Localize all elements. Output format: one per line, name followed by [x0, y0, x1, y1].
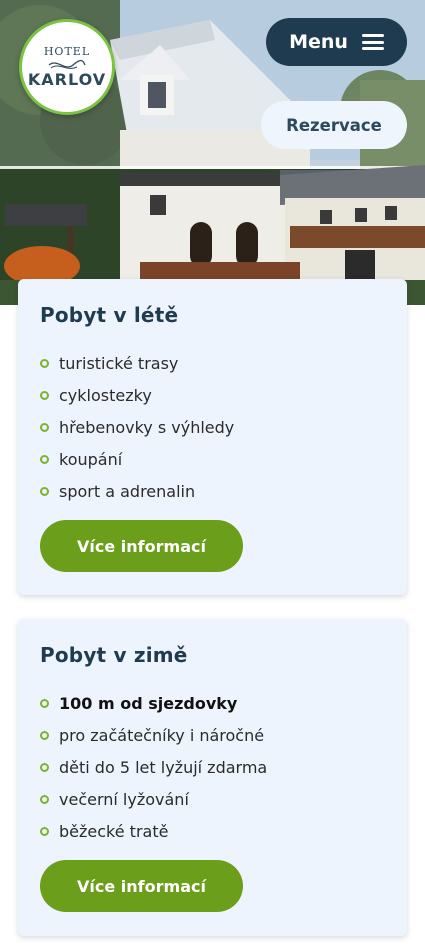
list-item-label: koupání: [59, 449, 123, 469]
list-item-label: 100 m od sjezdovky: [59, 694, 238, 714]
winter-stay-card: Pobyt v zimě 100 m od sjezdovky pro začá…: [18, 619, 407, 936]
menu-label: Menu: [289, 31, 348, 53]
bullet-icon: [40, 762, 49, 772]
bullet-icon: [40, 454, 49, 464]
card-title: Pobyt v zimě: [40, 643, 188, 667]
bullet-icon: [40, 826, 49, 836]
list-item-label: běžecké tratě: [59, 821, 169, 841]
more-info-button[interactable]: Více informací: [40, 520, 243, 572]
reservation-button[interactable]: Rezervace: [261, 101, 407, 149]
list-item: cyklostezky: [40, 380, 234, 412]
hero-image: HOTEL KARLOV Menu Rezervace: [0, 0, 425, 305]
reservation-label: Rezervace: [286, 115, 382, 135]
list-item-label: hřebenovky s výhledy: [59, 417, 235, 437]
feature-list: 100 m od sjezdovky pro začátečníky i nár…: [40, 688, 267, 847]
summer-stay-card: Pobyt v létě turistické trasy cyklostezk…: [18, 279, 407, 595]
list-item: pro začátečníky i náročné: [40, 720, 267, 752]
bullet-icon: [40, 359, 49, 369]
bullet-icon: [40, 699, 49, 709]
list-item-label: cyklostezky: [59, 386, 152, 406]
feature-list: turistické trasy cyklostezky hřebenovky …: [40, 348, 234, 507]
list-item: 100 m od sjezdovky: [40, 688, 267, 720]
list-item-label: pro začátečníky i náročné: [59, 726, 265, 746]
list-item: běžecké tratě: [40, 815, 267, 847]
logo-top-text: HOTEL: [43, 45, 91, 58]
bullet-icon: [40, 422, 49, 432]
hamburger-icon: [361, 34, 384, 50]
logo-bottom-text: KARLOV: [27, 70, 107, 89]
list-item-label: turistické trasy: [59, 354, 179, 374]
list-item: turistické trasy: [40, 348, 234, 380]
hotel-logo[interactable]: HOTEL KARLOV: [19, 19, 115, 115]
more-info-button[interactable]: Více informací: [40, 860, 243, 912]
list-item-label: děti do 5 let lyžují zdarma: [59, 757, 268, 777]
list-item: večerní lyžování: [40, 783, 267, 815]
list-item: hřebenovky s výhledy: [40, 412, 234, 444]
list-item: sport a adrenalin: [40, 475, 234, 507]
card-title: Pobyt v létě: [40, 303, 179, 327]
list-item-label: sport a adrenalin: [59, 481, 196, 501]
bullet-icon: [40, 486, 49, 496]
bullet-icon: [40, 391, 49, 401]
list-item-label: večerní lyžování: [59, 789, 189, 809]
bullet-icon: [40, 731, 49, 741]
list-item: koupání: [40, 443, 234, 475]
bullet-icon: [40, 794, 49, 804]
list-item: děti do 5 let lyžují zdarma: [40, 752, 267, 784]
menu-button[interactable]: Menu: [266, 18, 407, 66]
